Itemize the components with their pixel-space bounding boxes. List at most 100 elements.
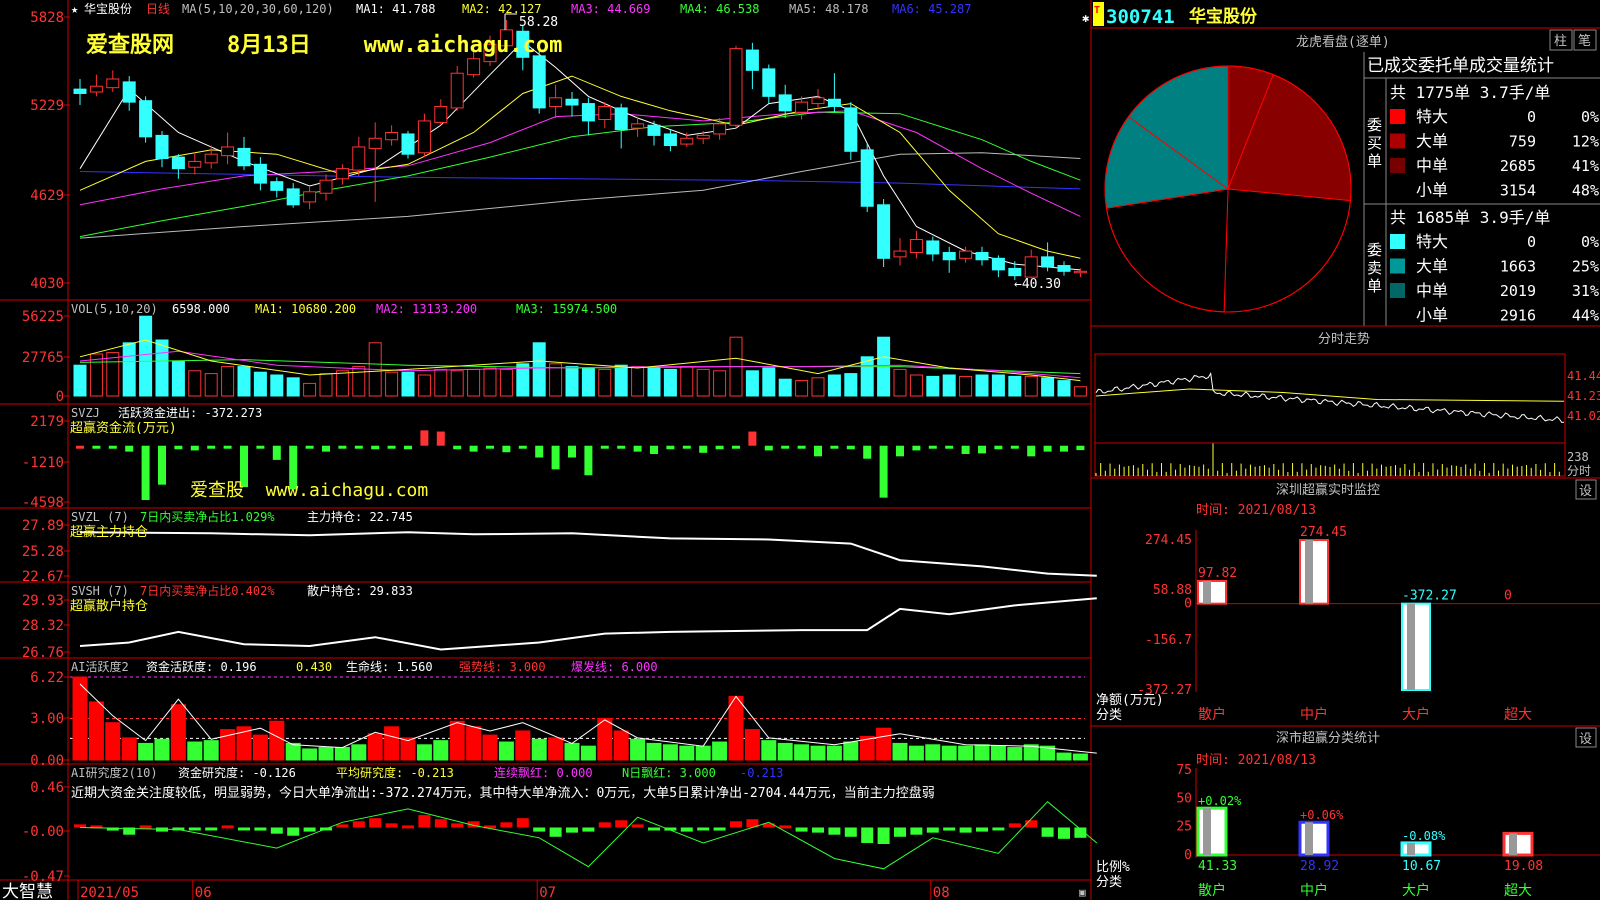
activity-bar: [990, 745, 1006, 761]
svzj-bar: [92, 445, 101, 449]
research-bar: [336, 824, 349, 828]
sell-row-count: 0: [1527, 233, 1536, 251]
svzj-bar: [551, 445, 560, 470]
volume-bar: [221, 366, 235, 397]
watermark-mid: 爱查股 www.aichagu.com: [190, 480, 428, 501]
svzj-bar: [846, 445, 855, 450]
activity-bar: [744, 729, 760, 761]
volume-bar: [450, 370, 464, 397]
intraday-y-tick: 41.23: [1567, 389, 1600, 403]
activity-bar: [958, 745, 974, 761]
szmon-bar-shade: [1203, 580, 1211, 604]
szcls-bar: [1502, 831, 1534, 857]
svzj-bar: [715, 445, 724, 450]
svzl-sub: 超赢主力持仓: [70, 524, 148, 540]
activity-bar: [269, 720, 285, 761]
candle-up: [450, 72, 464, 109]
res-red: 连续飘红: 0.000: [494, 765, 593, 780]
svzj-bar: [387, 445, 396, 449]
volume-bar: [1057, 380, 1071, 397]
volume-bar: [286, 377, 300, 397]
szcls-bar: [1298, 820, 1330, 857]
candle-down: [73, 88, 87, 94]
candle-up: [696, 134, 710, 139]
activity-bar: [88, 701, 104, 761]
svzj-bar: [879, 445, 888, 498]
candle-up: [598, 105, 612, 120]
candle-up: [1073, 270, 1087, 274]
svzl-label: SVZL (7): [71, 510, 129, 524]
volume-bar: [844, 373, 858, 397]
activity-bar: [416, 744, 432, 761]
research-bar: [516, 818, 529, 828]
activity-bar: [679, 745, 695, 761]
svzj-value: 活跃资金进出: -372.273: [118, 405, 262, 420]
volume-header: VOL(5,10,20) 6598.000 MA1: 10680.200 MA2…: [71, 302, 617, 316]
lhb-pen-button-label: 笔: [1578, 33, 1591, 49]
volume-bar: [483, 367, 497, 397]
szcls-change: -0.08%: [1402, 829, 1446, 843]
svzj-bar: [125, 445, 134, 452]
sell-row-count: 2916: [1500, 307, 1536, 325]
svzj-bar: [322, 445, 330, 452]
candle-up: [106, 78, 120, 89]
research-bar: [1041, 827, 1054, 837]
volume-bar: [893, 368, 907, 397]
svzj-bar: [732, 445, 740, 449]
sell-side-label: 单: [1367, 277, 1382, 295]
lock-icon[interactable]: ▣: [1079, 886, 1086, 899]
vol-label: VOL(5,10,20): [71, 302, 158, 316]
y-tick-label: 22.67: [22, 569, 64, 585]
candle-up: [893, 250, 907, 258]
svzj-bar: [682, 445, 691, 449]
svzj-bar: [502, 445, 511, 453]
activity-bar: [908, 745, 924, 761]
svzj-sub: 超赢资金流(万元): [70, 420, 177, 436]
activity-bar: [72, 676, 88, 761]
sell-swatch: [1390, 283, 1405, 298]
candle-down: [237, 147, 251, 167]
candle-down: [762, 68, 776, 97]
y-tick-label: 4629: [30, 188, 64, 204]
szmon-bar-shade: [1407, 603, 1415, 690]
svzj-bar: [141, 445, 150, 500]
research-bar: [894, 827, 906, 837]
kline-close-mark[interactable]: ✱: [1082, 11, 1089, 25]
vol-ma2: MA2: 13133.200: [376, 302, 477, 316]
szcls-change: +0.02%: [1198, 794, 1242, 808]
activity-bar: [515, 730, 531, 761]
buy-row-count: 759: [1509, 133, 1536, 151]
kline-ma2: MA2: 42.127: [462, 2, 541, 16]
svzj-bar: [797, 445, 806, 449]
y-tick-label: 25.28: [22, 544, 64, 560]
candle-up: [385, 132, 399, 141]
volume-bar: [1073, 386, 1087, 397]
buy-row-pct: 0%: [1581, 108, 1599, 126]
candle-up: [909, 239, 923, 254]
y-tick-label: 3.00: [30, 711, 64, 727]
y-tick-label: 26.76: [22, 645, 64, 661]
activity-bar: [400, 737, 416, 761]
candle-up: [434, 105, 448, 123]
volume-bar: [89, 353, 103, 397]
szmon-value-label: 97.82: [1198, 566, 1237, 581]
candle-down: [745, 49, 759, 71]
activity-bar: [580, 745, 596, 761]
szcls-bar-shade: [1203, 808, 1211, 855]
szmon-title: 深圳超赢实时监控: [1276, 482, 1380, 498]
y-tick-label: -0.00: [22, 824, 64, 840]
szmon-bar: [1197, 579, 1227, 605]
candle-up: [368, 137, 382, 149]
candle-up: [811, 97, 825, 105]
svzj-bar: [420, 430, 429, 446]
volume-bar: [811, 377, 825, 397]
szcls-category: 大户: [1402, 882, 1430, 899]
volume-bar: [270, 374, 284, 397]
volume-bar: [975, 374, 989, 397]
y-tick-label: 27765: [22, 350, 64, 366]
sell-row-pct: 31%: [1572, 282, 1599, 300]
res-extra: -0.213: [740, 766, 783, 780]
szmon-bar: [1299, 539, 1329, 605]
svzj-bar: [256, 445, 265, 449]
buy-swatch: [1390, 109, 1405, 124]
